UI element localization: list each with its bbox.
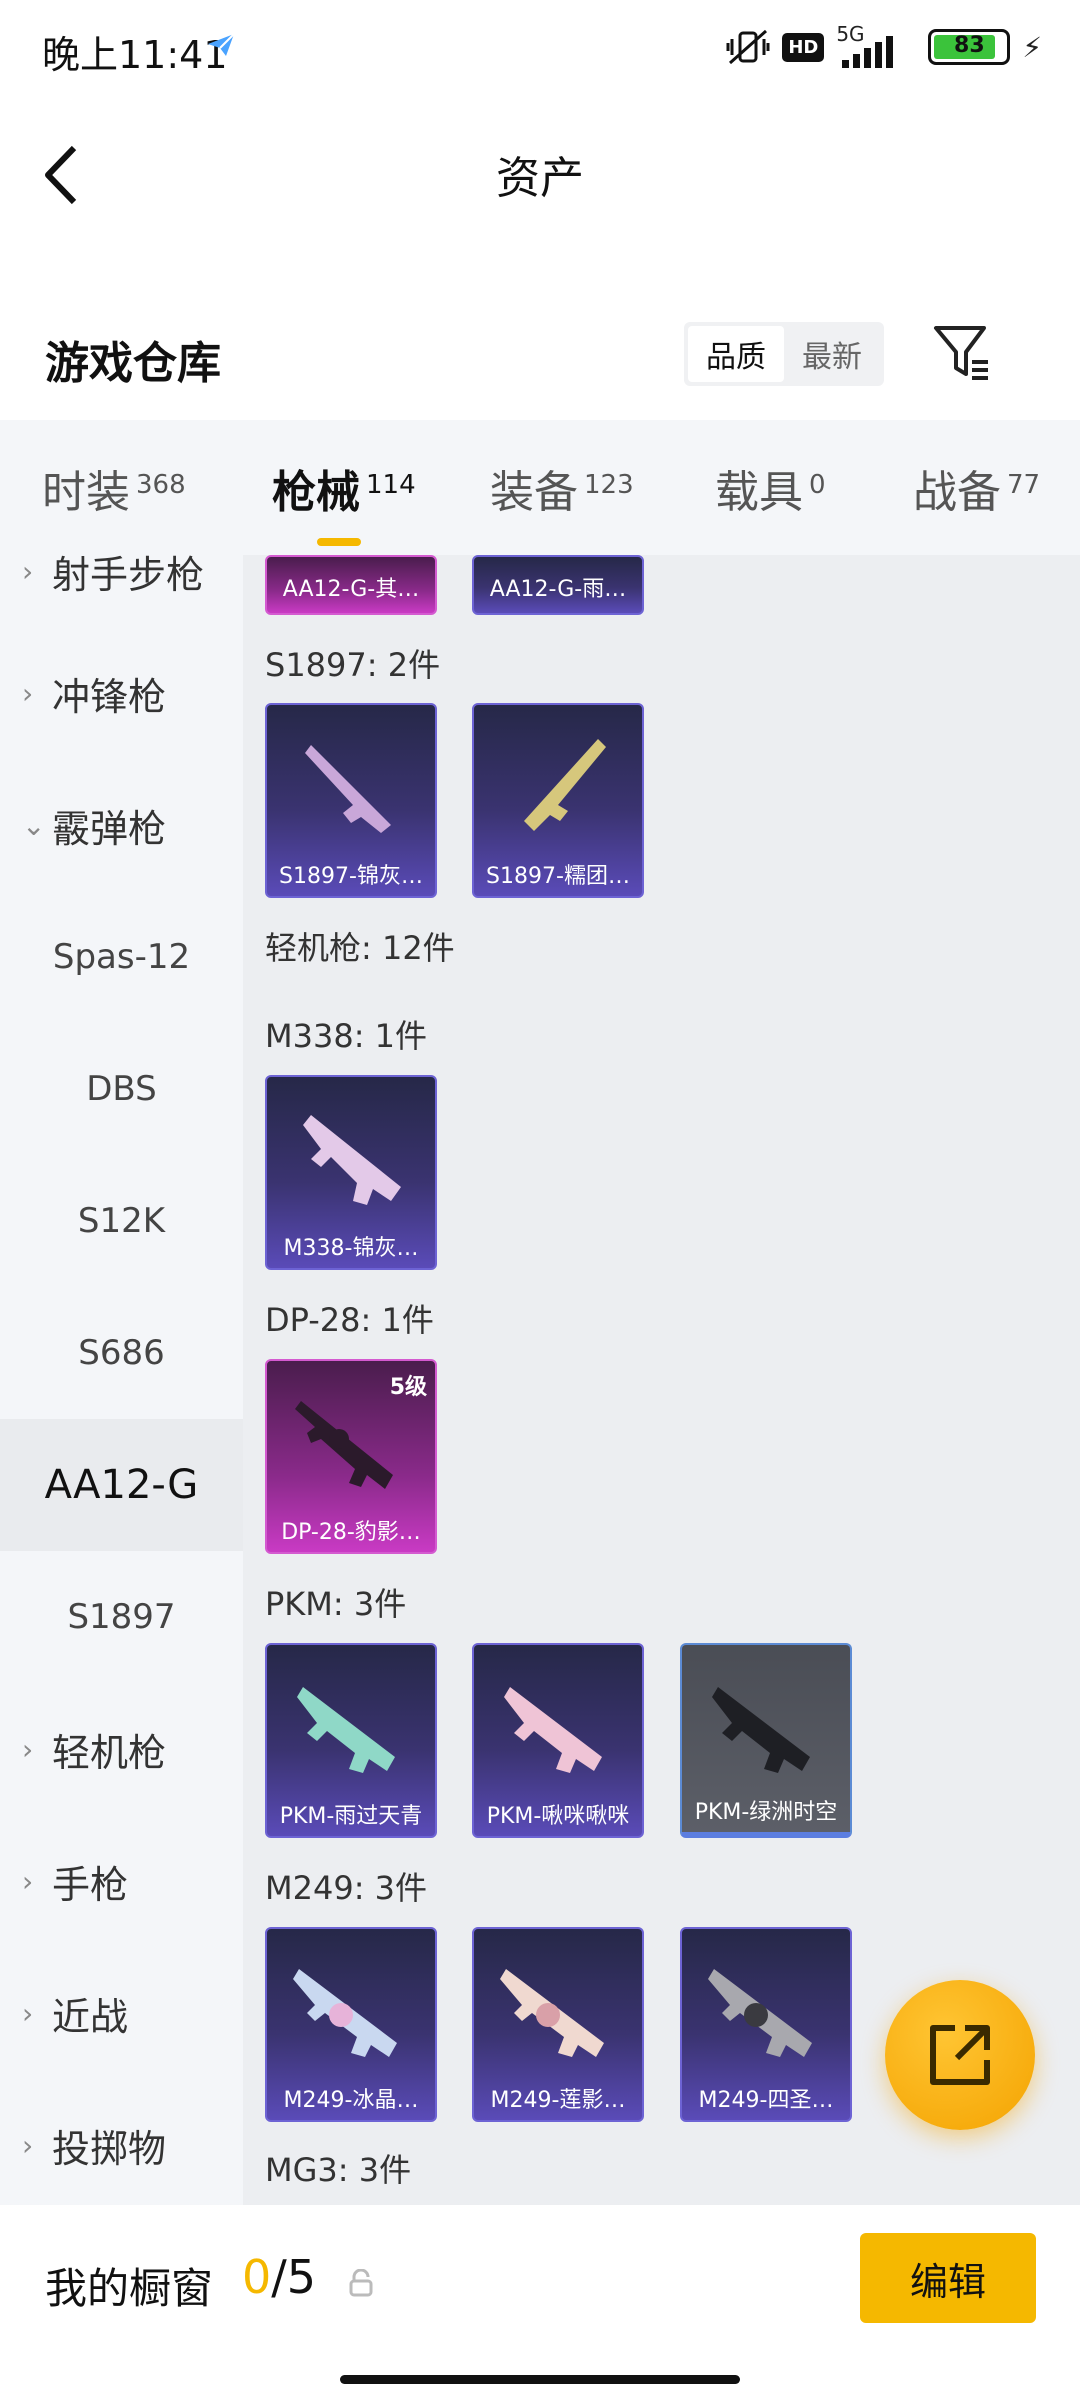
tab-equipment[interactable]: 装备 123 [490,456,634,520]
tab-fashion[interactable]: 时装 368 [42,456,186,520]
chevron-right-icon: › [22,1864,34,1898]
machine-gun-icon [293,1969,397,2057]
machine-gun-icon [500,1969,604,2057]
sort-newest-option[interactable]: 最新 [784,326,880,382]
sidebar-item-smg[interactable]: › 冲锋枪 [0,627,243,759]
group-label: M338: 1件 [265,1017,428,1055]
sidebar-item-dbs[interactable]: DBS [0,1023,243,1155]
charging-icon: ⚡ [1022,30,1042,64]
section-title: 游戏仓库 [45,338,221,389]
sidebar-item-shotgun[interactable]: ⌄ 霰弹枪 [0,759,243,891]
weapon-card[interactable]: M249-冰晶… [265,1927,437,2122]
showcase-label: 我的橱窗 [45,2264,214,2313]
sidebar-item-s1897[interactable]: S1897 [0,1551,243,1683]
group-label: MG3: 3件 [265,2151,412,2189]
hd-badge: HD [782,32,825,62]
chevron-right-icon: › [22,676,34,710]
sidebar-item-spas12[interactable]: Spas-12 [0,891,243,1023]
weapon-list: AA12-G-其… AA12-G-雨… S1897: 2件 S1897-锦灰… … [243,555,1080,2205]
share-button[interactable] [885,1980,1035,2130]
sidebar-item-marksman-rifle[interactable]: › 射手步枪 [0,555,243,637]
chevron-right-icon: › [22,555,34,588]
sidebar-item-aa12g[interactable]: AA12-G [0,1419,243,1551]
signal-icon: 5G [836,22,916,70]
machine-gun-icon [708,1969,812,2057]
chevron-right-icon: › [22,1732,34,1766]
showcase-count: 0/5 [242,2250,317,2304]
status-icons: HD 5G 83 ⚡ [726,22,1042,72]
sort-toggle: 品质 最新 [684,322,884,386]
showcase-bar: 我的橱窗 0/5 编辑 [0,2205,1080,2400]
weapon-card[interactable]: M249-四圣… [680,1927,852,2122]
weapon-card[interactable]: AA12-G-其… [265,555,437,615]
sidebar-item-lmg[interactable]: › 轻机枪 [0,1683,243,1815]
weapon-card[interactable]: S1897-锦灰… [265,703,437,898]
group-label: S1897: 2件 [265,646,441,684]
tab-firearms[interactable]: 枪械 114 [272,456,416,546]
shotgun-icon [524,739,606,831]
share-icon [930,2025,990,2085]
tab-vehicles[interactable]: 载具 0 [715,456,826,520]
machine-gun-icon [303,1115,401,1205]
battery-icon: 83 [928,29,1011,65]
tab-supplies[interactable]: 战备 77 [913,456,1040,520]
machine-gun-icon [712,1687,810,1773]
home-indicator[interactable] [340,2375,740,2384]
machine-gun-icon [504,1687,602,1773]
category-tabs: 时装 368 枪械 114 装备 123 载具 0 战备 77 [0,420,1080,555]
sidebar-item-melee[interactable]: › 近战 [0,1947,243,2079]
status-time: 晚上11:41 [42,33,228,77]
group-label: PKM: 3件 [265,1585,407,1623]
send-icon [208,33,235,56]
page-title: 资产 [496,153,584,204]
group-label: 轻机枪: 12件 [265,929,455,967]
machine-gun-icon [297,1687,395,1773]
weapon-card[interactable]: PKM-啾咪啾咪 [472,1643,644,1838]
vibrate-mute-icon [726,29,770,65]
weapon-card[interactable]: PKM-雨过天青 [265,1643,437,1838]
weapon-card[interactable]: 5级 DP-28-豹影… [265,1359,437,1554]
sort-quality-option[interactable]: 品质 [688,326,784,382]
sidebar-item-s12k[interactable]: S12K [0,1155,243,1287]
sidebar-item-pistol[interactable]: › 手枪 [0,1815,243,1947]
chevron-right-icon: › [22,1996,34,2030]
weapon-card[interactable]: S1897-糯团… [472,703,644,898]
weapon-card[interactable]: AA12-G-雨… [472,555,644,615]
lock-icon [349,2269,373,2297]
edit-button[interactable]: 编辑 [860,2233,1036,2323]
shotgun-icon [305,745,391,833]
chevron-down-icon: ⌄ [22,808,46,842]
status-bar: 晚上11:41 HD 5G 83 ⚡ [0,0,1080,95]
weapon-type-sidebar: › 射手步枪 › 冲锋枪 ⌄ 霰弹枪 Spas-12 DBS S12K S686 AA… [0,555,243,2205]
sidebar-item-s686[interactable]: S686 [0,1287,243,1419]
weapon-card[interactable]: M249-莲影… [472,1927,644,2122]
group-label: DP-28: 1件 [265,1301,434,1339]
weapon-card[interactable]: PKM-绿洲时空 [680,1643,852,1838]
filter-icon[interactable] [932,322,992,384]
sidebar-item-throwable[interactable]: › 投掷物 [0,2079,243,2205]
machine-gun-icon [295,1401,393,1489]
active-tab-indicator [317,537,361,546]
weapon-card[interactable]: M338-锦灰… [265,1075,437,1270]
group-label: M249: 3件 [265,1869,428,1907]
chevron-right-icon: › [22,2128,34,2162]
battery-level: 83 [954,33,985,58]
